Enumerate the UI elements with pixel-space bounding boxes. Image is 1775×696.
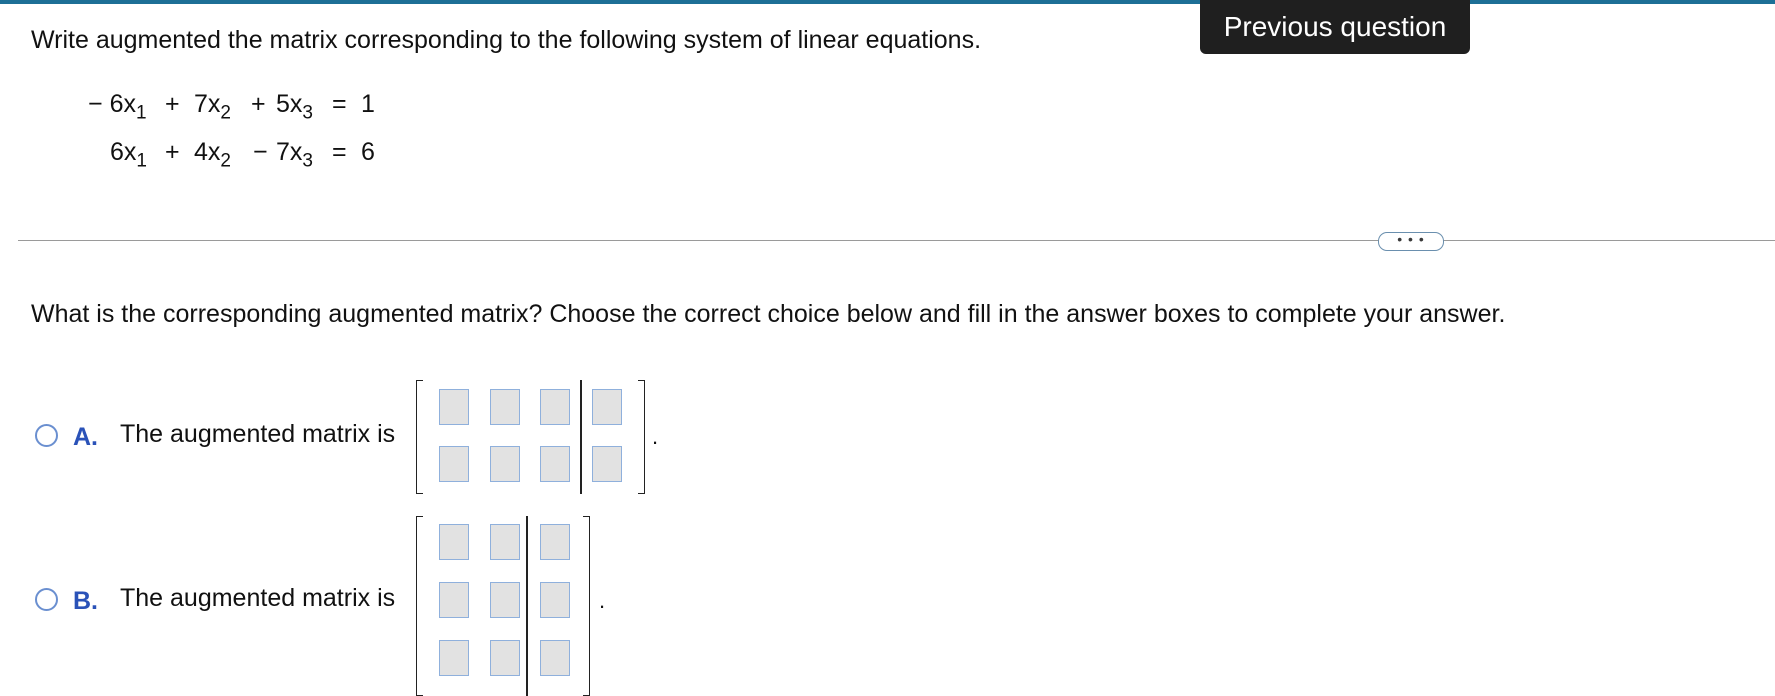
equation-term: 7x3	[276, 138, 313, 172]
matrix-a-cell-r1c3[interactable]	[540, 389, 570, 425]
matrix-left-bracket	[416, 516, 423, 696]
choice-b-radio[interactable]	[35, 588, 58, 611]
matrix-right-bracket	[583, 516, 590, 696]
matrix-period: .	[652, 424, 659, 449]
equation-rhs: 6	[361, 138, 375, 166]
matrix-left-bracket	[416, 380, 423, 494]
matrix-a-cell-r2c1[interactable]	[439, 446, 469, 482]
matrix-b-cell-r2c1[interactable]	[439, 582, 469, 618]
matrix-a-cell-r1c2[interactable]	[490, 389, 520, 425]
matrix-a-cell-r2c3[interactable]	[540, 446, 570, 482]
equation-equals: =	[332, 138, 347, 166]
matrix-a-cell-r2c2[interactable]	[490, 446, 520, 482]
matrix-b-cell-r3c2[interactable]	[490, 640, 520, 676]
matrix-a-cell-r1c4[interactable]	[592, 389, 622, 425]
equation-term: − 6x1	[88, 90, 147, 124]
matrix-b-cell-r3c3[interactable]	[540, 640, 570, 676]
matrix-b-cell-r2c3[interactable]	[540, 582, 570, 618]
question-text: What is the corresponding augmented matr…	[31, 300, 1506, 328]
choice-a-radio[interactable]	[35, 424, 58, 447]
choice-a-label: The augmented matrix is	[120, 420, 396, 448]
equation-term: 6x1	[110, 138, 147, 172]
matrix-a-cell-r2c4[interactable]	[592, 446, 622, 482]
section-divider	[18, 240, 1775, 241]
equation-operator: +	[251, 90, 266, 118]
more-options-button[interactable]: • • •	[1378, 232, 1444, 251]
choice-b-letter: B.	[73, 587, 98, 615]
choice-b-label: The augmented matrix is	[120, 584, 396, 612]
equation-operator: +	[165, 90, 180, 118]
equation-term: 7x2	[194, 90, 231, 124]
matrix-b-cell-r1c1[interactable]	[439, 524, 469, 560]
equation-operator: +	[165, 138, 180, 166]
matrix-augment-line	[580, 380, 582, 494]
matrix-period: .	[599, 588, 606, 613]
matrix-right-bracket	[638, 380, 645, 494]
problem-instruction: Write augmented the matrix corresponding…	[31, 26, 982, 54]
equation-term: 4x2	[194, 138, 231, 172]
matrix-b-cell-r1c2[interactable]	[490, 524, 520, 560]
matrix-augment-line	[526, 516, 528, 696]
previous-question-button[interactable]: Previous question	[1200, 0, 1470, 54]
equation-rhs: 1	[361, 90, 375, 118]
equation-term: 5x3	[276, 90, 313, 124]
choice-a-letter: A.	[73, 423, 98, 451]
top-accent-bar	[0, 0, 1775, 4]
matrix-b-cell-r1c3[interactable]	[540, 524, 570, 560]
equation-operator: −	[253, 138, 268, 166]
matrix-a-cell-r1c1[interactable]	[439, 389, 469, 425]
matrix-b-cell-r3c1[interactable]	[439, 640, 469, 676]
matrix-b-cell-r2c2[interactable]	[490, 582, 520, 618]
equation-equals: =	[332, 90, 347, 118]
